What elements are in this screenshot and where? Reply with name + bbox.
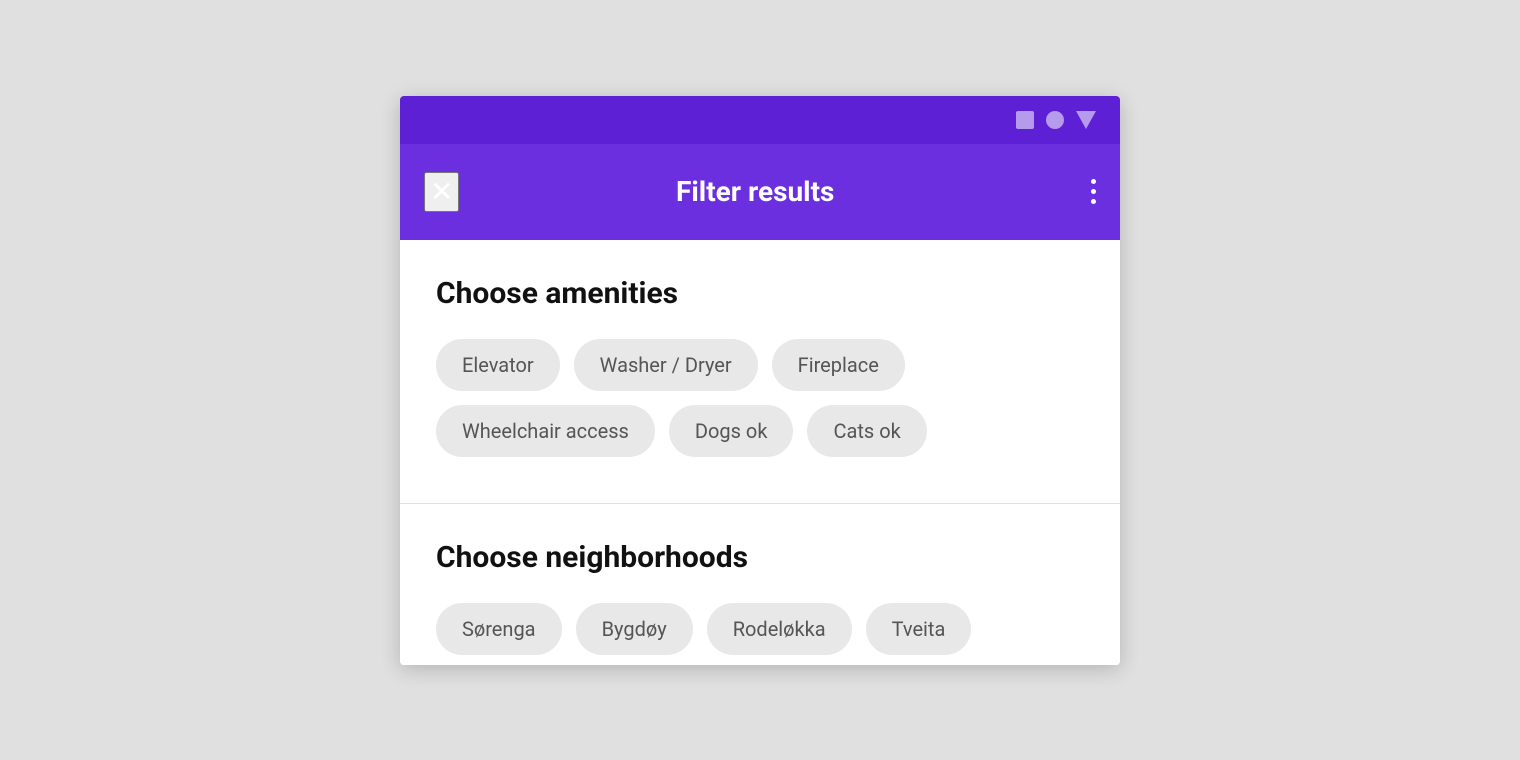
content-area: Choose amenities Elevator Washer / Dryer…	[400, 240, 1120, 665]
chip-wheelchair-access[interactable]: Wheelchair access	[436, 405, 655, 457]
app-bar: ✕ Filter results	[400, 144, 1120, 240]
page-title: Filter results	[483, 175, 1027, 208]
amenities-row-1: Elevator Washer / Dryer Fireplace	[436, 339, 1084, 391]
square-icon	[1016, 111, 1034, 129]
triangle-icon	[1076, 111, 1096, 129]
amenities-row-2: Wheelchair access Dogs ok Cats ok	[436, 405, 1084, 457]
chip-elevator[interactable]: Elevator	[436, 339, 560, 391]
chip-tveita[interactable]: Tveita	[866, 603, 972, 655]
phone-container: ✕ Filter results Choose amenities Elevat…	[400, 96, 1120, 665]
chip-sorenga[interactable]: Sørenga	[436, 603, 562, 655]
chip-bygdoy[interactable]: Bygdøy	[576, 603, 693, 655]
neighborhoods-title: Choose neighborhoods	[436, 540, 1084, 575]
amenities-title: Choose amenities	[436, 276, 1084, 311]
neighborhoods-chips-row: Sørenga Bygdøy Rodeløkka Tveita	[436, 603, 1084, 665]
close-button[interactable]: ✕	[424, 172, 459, 212]
circle-icon	[1046, 111, 1064, 129]
amenities-section: Choose amenities Elevator Washer / Dryer…	[400, 240, 1120, 504]
chip-fireplace[interactable]: Fireplace	[772, 339, 905, 391]
status-bar	[400, 96, 1120, 144]
chip-washer-dryer[interactable]: Washer / Dryer	[574, 339, 758, 391]
more-options-button[interactable]	[1091, 179, 1096, 204]
chip-rodeloekka[interactable]: Rodeløkka	[707, 603, 852, 655]
chip-dogs-ok[interactable]: Dogs ok	[669, 405, 794, 457]
neighborhoods-section: Choose neighborhoods Sørenga Bygdøy Rode…	[400, 504, 1120, 665]
chip-cats-ok[interactable]: Cats ok	[807, 405, 926, 457]
